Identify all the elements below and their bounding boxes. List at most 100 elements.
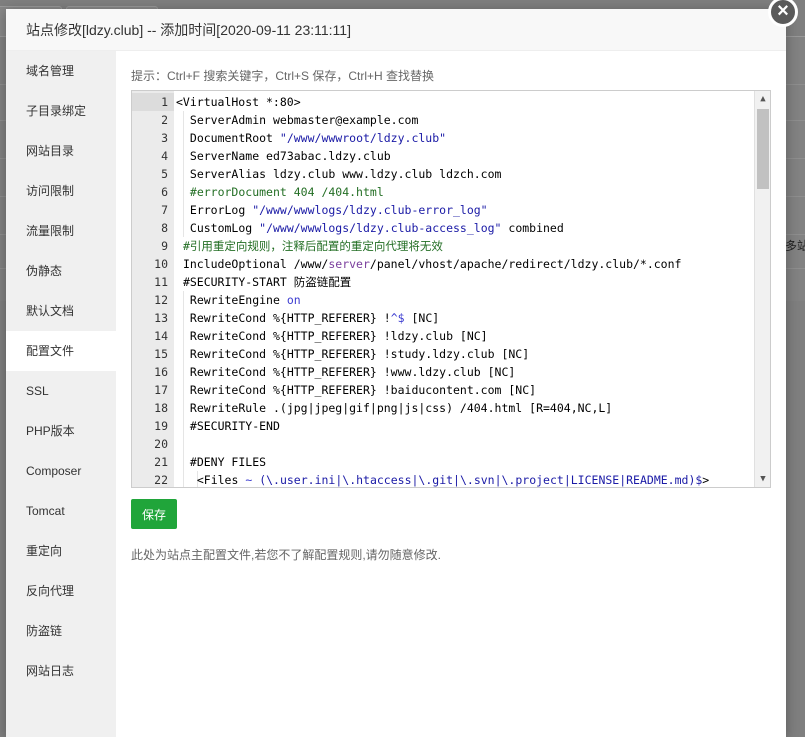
scroll-thumb[interactable] <box>757 109 769 189</box>
code-line[interactable]: #DENY FILES <box>190 453 266 471</box>
sidebar-item[interactable]: 访问限制 <box>6 171 116 211</box>
editor-scrollbar[interactable]: ▲ ▼ <box>754 91 770 487</box>
code-line[interactable]: ServerAlias ldzy.club www.ldzy.club ldzc… <box>190 165 502 183</box>
indent-guide <box>182 453 184 471</box>
code-token: ErrorLog <box>189 203 253 217</box>
code-line[interactable]: #errorDocument 404 /404.html <box>190 183 384 201</box>
sidebar-item[interactable]: 伪静态 <box>6 251 116 291</box>
config-warning-note: 此处为站点主配置文件,若您不了解配置规则,请勿随意修改. <box>131 548 442 562</box>
code-token: RewriteCond %{HTTP_REFERER} !baiduconten… <box>189 383 537 397</box>
indent-guide <box>182 147 184 165</box>
code-line[interactable]: RewriteCond %{HTTP_REFERER} !ldzy.club [… <box>190 327 488 345</box>
sidebar-item[interactable]: 域名管理 <box>6 51 116 91</box>
dialog-title: 站点修改[ldzy.club] -- 添加时间[2020-09-11 23:11… <box>6 9 786 51</box>
code-token: #DENY FILES <box>189 455 267 469</box>
sidebar-item[interactable]: 默认文档 <box>6 291 116 331</box>
line-number: 17 <box>154 383 168 397</box>
sidebar-item[interactable]: 子目录绑定 <box>6 91 116 131</box>
line-number: 20 <box>154 437 168 451</box>
indent-guide <box>182 219 184 237</box>
line-number: 14 <box>154 329 168 343</box>
indent-guide <box>182 111 184 129</box>
scroll-up-arrow-icon[interactable]: ▲ <box>755 91 770 107</box>
sidebar-item[interactable]: 防盗链 <box>6 611 116 651</box>
line-number: 16 <box>154 365 168 379</box>
sidebar-item[interactable]: SSL <box>6 371 116 411</box>
sidebar-item[interactable]: 流量限制 <box>6 211 116 251</box>
line-number: 6 <box>161 185 168 199</box>
indent-guide <box>182 471 184 487</box>
line-number: 2 <box>161 113 168 127</box>
line-number: 10 <box>154 257 168 271</box>
line-number-gutter: 1 2 3 4 5 6 7 8 9 10 11 12 13 14 15 16 17 18 19 20 21 22 <box>132 91 174 487</box>
config-file-panel: 提示：Ctrl+F 搜索关键字，Ctrl+S 保存，Ctrl+H 查找替换 12… <box>131 51 771 737</box>
code-token: > <box>702 473 710 487</box>
code-token: /panel/vhost/apache/redirect/ldzy.club/*… <box>369 257 682 271</box>
code-line[interactable]: RewriteCond %{HTTP_REFERER} !study.ldzy.… <box>190 345 529 363</box>
code-line[interactable]: RewriteEngine on <box>190 291 301 309</box>
save-button[interactable]: 保存 <box>131 499 177 529</box>
code-line[interactable]: ErrorLog "/www/wwwlogs/ldzy.club-error_l… <box>190 201 488 219</box>
code-token: #errorDocument 404 /404.html <box>189 185 384 199</box>
sidebar-item[interactable]: 网站日志 <box>6 651 116 691</box>
code-line[interactable]: IncludeOptional /www/server/panel/vhost/… <box>183 255 682 273</box>
code-token: <VirtualHost *:80> <box>176 95 301 109</box>
code-line[interactable]: <Files ~ (\.user.ini|\.htaccess|\.git|\.… <box>196 471 710 487</box>
code-token: ServerName ed73abac.ldzy.club <box>189 149 391 163</box>
code-token: IncludeOptional /www/ <box>182 257 329 271</box>
line-number: 8 <box>161 221 168 235</box>
code-line[interactable]: ServerAdmin webmaster@example.com <box>190 111 418 129</box>
indent-guide <box>182 417 184 435</box>
indent-guide <box>182 183 184 201</box>
code-token: (\.user.ini|\.htaccess|\.git|\.svn|\.pro… <box>259 473 703 487</box>
sidebar-item[interactable]: 网站目录 <box>6 131 116 171</box>
line-number: 4 <box>161 149 168 163</box>
indent-guide <box>182 291 184 309</box>
settings-sidebar: 域名管理 子目录绑定 网站目录 访问限制 流量限制 伪静态 默认文档 配置文件 SSL PHP版本… <box>6 51 116 737</box>
line-number: 5 <box>161 167 168 181</box>
code-token: <Files <box>196 473 246 487</box>
code-token: RewriteRule .(jpg|jpeg|gif|png|js|css) /… <box>189 401 613 415</box>
scroll-down-arrow-icon[interactable]: ▼ <box>755 471 770 487</box>
code-line[interactable]: RewriteCond %{HTTP_REFERER} !www.ldzy.cl… <box>190 363 515 381</box>
code-line[interactable]: CustomLog "/www/wwwlogs/ldzy.club-access… <box>190 219 564 237</box>
line-number: 19 <box>154 419 168 433</box>
indent-guide <box>182 399 184 417</box>
line-number: 21 <box>154 455 168 469</box>
indent-guide <box>182 309 184 327</box>
line-number: 11 <box>154 275 168 289</box>
line-number: 15 <box>154 347 168 361</box>
code-line[interactable]: #SECURITY-START 防盗链配置 <box>183 273 351 291</box>
code-area[interactable]: <VirtualHost *:80> ServerAdmin webmaster@… <box>174 91 754 487</box>
line-number: 18 <box>154 401 168 415</box>
code-line[interactable]: #SECURITY-END <box>190 417 280 435</box>
indent-guide <box>182 129 184 147</box>
code-line[interactable]: RewriteCond %{HTTP_REFERER} !baiduconten… <box>190 381 536 399</box>
code-line[interactable]: RewriteRule .(jpg|jpeg|gif|png|js|css) /… <box>190 399 612 417</box>
code-token: combined <box>501 221 564 235</box>
sidebar-item[interactable]: Tomcat <box>6 491 116 531</box>
code-token: RewriteEngine <box>189 293 287 307</box>
config-editor[interactable]: 1 2 3 4 5 6 7 8 9 10 11 12 13 14 15 16 17 18 19 20 21 22 <Vir… <box>131 90 771 488</box>
code-token: "/www/wwwlogs/ldzy.club-access_log" <box>259 221 502 235</box>
code-token: server <box>328 257 370 271</box>
line-number: 13 <box>154 311 168 325</box>
sidebar-item[interactable]: 重定向 <box>6 531 116 571</box>
code-line[interactable]: RewriteCond %{HTTP_REFERER} !^$ [NC] <box>190 309 439 327</box>
line-number: 7 <box>161 203 168 217</box>
line-number: 12 <box>154 293 168 307</box>
indent-guide <box>182 435 184 453</box>
code-line[interactable]: #引用重定向规则，注释后配置的重定向代理将无效 <box>183 237 443 255</box>
code-token: ServerAdmin webmaster@example.com <box>189 113 419 127</box>
sidebar-item[interactable]: Composer <box>6 451 116 491</box>
sidebar-item[interactable]: 反向代理 <box>6 571 116 611</box>
code-token: ^$ <box>390 311 405 325</box>
line-number: 3 <box>161 131 168 145</box>
code-line[interactable]: ServerName ed73abac.ldzy.club <box>190 147 391 165</box>
sidebar-item[interactable]: 配置文件 <box>6 331 116 371</box>
line-number: 1 <box>161 95 168 109</box>
code-line[interactable]: DocumentRoot "/www/wwwroot/ldzy.club" <box>190 129 446 147</box>
code-line[interactable]: <VirtualHost *:80> <box>176 93 301 111</box>
sidebar-item[interactable]: PHP版本 <box>6 411 116 451</box>
line-number: 22 <box>154 473 168 487</box>
